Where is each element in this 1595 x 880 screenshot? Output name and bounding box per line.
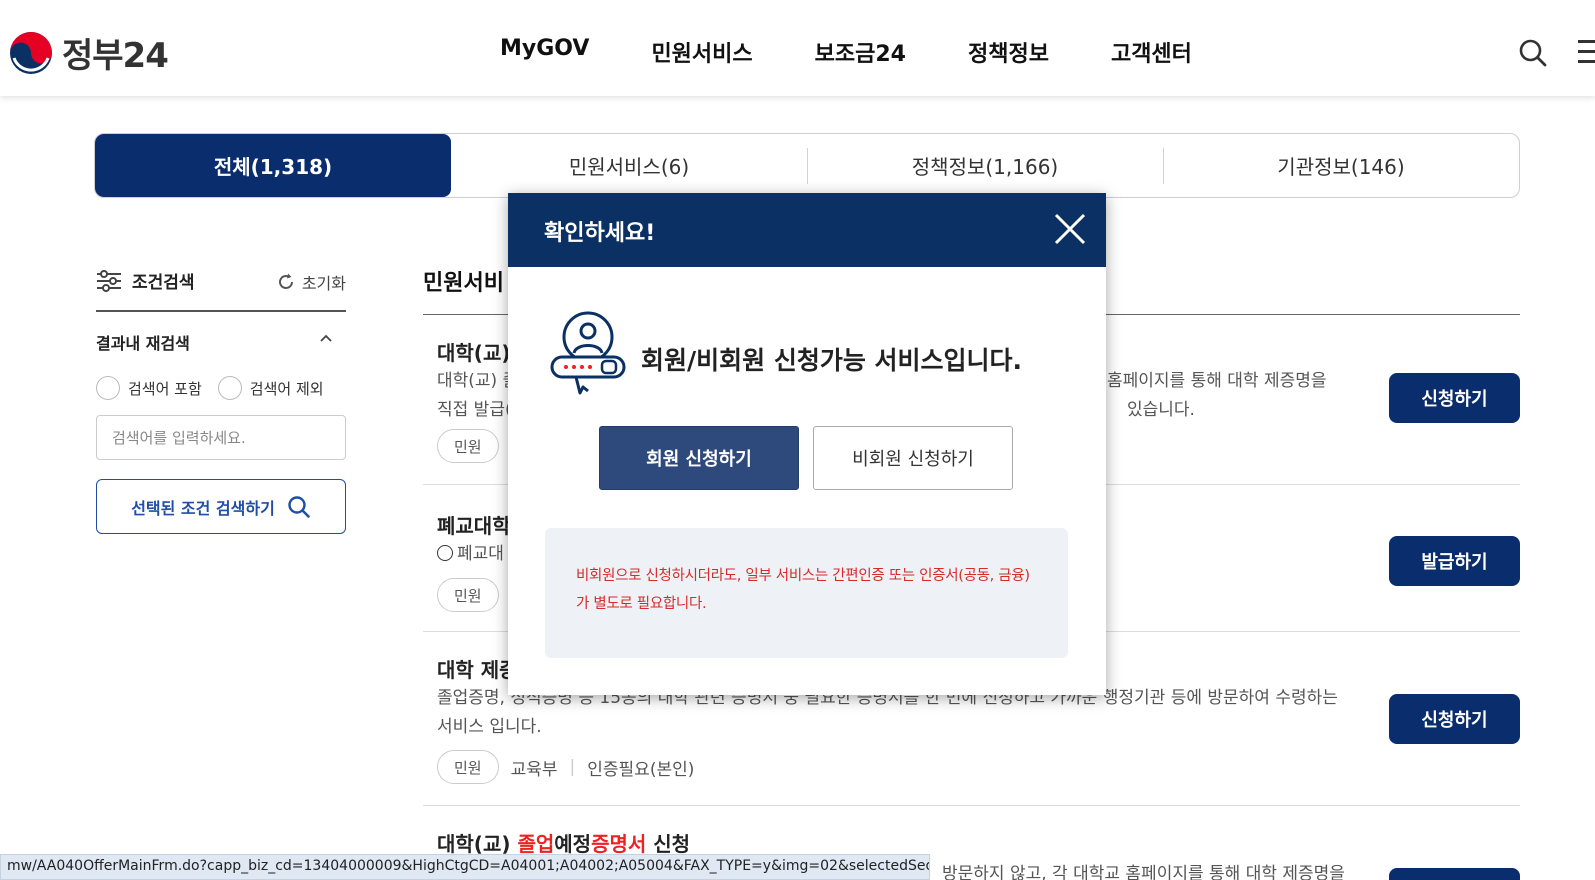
tab-civil-service[interactable]: 민원서비스(6) [451, 134, 807, 197]
apply-filter-button[interactable]: 선택된 조건 검색하기 [96, 479, 346, 534]
sliders-icon [97, 269, 121, 292]
radio-exclude-label: 검색어 제외 [249, 379, 324, 398]
tag-pill: 민원 [437, 750, 499, 784]
re-search-section[interactable]: 결과내 재검색 [96, 330, 346, 354]
tag-separator: | [569, 757, 576, 777]
browser-status-bar: mw/AA040OfferMainFrm.do?capp_biz_cd=1340… [0, 854, 930, 880]
reset-button[interactable]: 초기화 [276, 270, 346, 294]
re-search-placeholder: 검색어를 입력하세요. [112, 429, 246, 447]
apply-filter-label: 선택된 조건 검색하기 [131, 498, 275, 518]
item-title-suffix: 신청 [646, 832, 691, 856]
item-title-highlight: 증명서 [591, 832, 647, 856]
tag-pill: 민원 [437, 429, 499, 463]
notice-box: 비회원으로 신청하시더라도, 일부 서비스는 간편인증 또는 인증서(공동, 금… [545, 528, 1068, 658]
issue-button[interactable]: 발급하기 [1389, 536, 1520, 586]
re-search-title: 결과내 재검색 [96, 334, 190, 353]
nonmember-apply-button[interactable]: 비회원 신청하기 [813, 426, 1013, 490]
radio-exclude-circle[interactable] [217, 376, 242, 400]
radio-include-circle[interactable] [96, 376, 120, 400]
search-icon [288, 495, 310, 518]
logo-text: 정부24 [62, 36, 169, 76]
tag-pill: 민원 [437, 578, 499, 612]
item-tags: 민원 교육부 | 인증필요(본인) [437, 750, 694, 784]
item-desc-right: 홈페이지를 통해 대학 제증명을 [1107, 371, 1327, 391]
close-icon[interactable] [1052, 211, 1088, 247]
taegeuk-emblem-icon [10, 31, 52, 74]
item-auth: 인증필요(본인) [587, 759, 695, 780]
search-scope-radios: 검색어 포함 검색어 제외 [96, 376, 324, 400]
main-nav: MyGOV 민원서비스 보조금24 정책정보 고객센터 [500, 36, 1192, 68]
radio-exclude[interactable]: 검색어 제외 [217, 376, 324, 400]
user-id-card-icon [550, 311, 626, 395]
apply-button[interactable]: 신청하기 [1389, 694, 1520, 744]
radio-icon [437, 545, 453, 561]
filter-title-label: 조건검색 [132, 273, 195, 293]
tab-all[interactable]: 전체(1,318) [95, 134, 451, 197]
notice-line-1: 비회원으로 신청하시더라도, 일부 서비스는 간편인증 또는 인증서(공동, 금… [576, 568, 1030, 584]
nav-mygov[interactable]: MyGOV [500, 36, 589, 68]
radio-include-label: 검색어 포함 [128, 379, 202, 398]
member-apply-button[interactable]: 회원 신청하기 [599, 426, 799, 490]
item-title[interactable]: 대학(교) 졸업예정증명서 신청 [437, 828, 690, 857]
item-title-prefix: 대학(교) [437, 832, 518, 856]
nav-civil-service[interactable]: 민원서비스 [651, 36, 752, 68]
reset-label: 초기화 [301, 274, 346, 293]
modal-header: 확인하세요! [508, 193, 1106, 267]
confirm-modal: 확인하세요! 회원/비회원 신청가능 서비스입니다. 회원 신청하기 비회원 신… [508, 193, 1106, 695]
item-title-highlight: 졸업 [517, 832, 555, 856]
nav-customer-center[interactable]: 고객센터 [1111, 36, 1192, 68]
refresh-icon [278, 273, 293, 289]
item-desc-left2: 직접 발급( [437, 400, 512, 420]
item-desc-left: 폐교대 [457, 544, 504, 564]
search-icon[interactable] [1518, 38, 1548, 68]
chevron-up-icon[interactable] [318, 330, 334, 346]
result-tabs: 전체(1,318) 민원서비스(6) 정책정보(1,166) 기관정보(146) [94, 133, 1520, 198]
hamburger-menu-icon[interactable] [1578, 40, 1595, 64]
item-desc-left: 대학(교) 졸 [437, 371, 519, 391]
filter-header: 조건검색 초기화 [96, 266, 346, 312]
notice-line-2: 가 별도로 필요합니다. [576, 596, 707, 612]
item-tags: 민원 [437, 429, 499, 463]
item-tags: 민원 [437, 578, 499, 612]
modal-title: 확인하세요! [544, 221, 656, 246]
re-search-input[interactable]: 검색어를 입력하세요. [96, 415, 346, 460]
item-title[interactable]: 대학 제증 [437, 654, 518, 683]
apply-button[interactable] [1389, 868, 1520, 880]
tab-agency-info[interactable]: 기관정보(146) [1163, 134, 1519, 197]
nav-policy-info[interactable]: 정책정보 [968, 36, 1049, 68]
item-desc-right: 방문하지 않고, 각 대학교 홈페이지를 통해 대학 제증명을 [942, 864, 1345, 880]
radio-include[interactable]: 검색어 포함 [96, 376, 202, 400]
list-section-title: 민원서비 [423, 271, 504, 296]
nav-subsidy24[interactable]: 보조금24 [815, 36, 906, 68]
site-logo[interactable]: 정부24 [8, 28, 169, 77]
item-title[interactable]: 폐교대학 [437, 510, 511, 539]
item-desc-right2: 있습니다. [1127, 400, 1195, 420]
apply-button[interactable]: 신청하기 [1389, 373, 1520, 423]
filter-title: 조건검색 [96, 268, 195, 293]
tab-policy-info[interactable]: 정책정보(1,166) [807, 134, 1163, 197]
item-ministry: 교육부 [510, 759, 558, 780]
item-title[interactable]: 대학(교) [437, 337, 510, 366]
site-header: 정부24 MyGOV 민원서비스 보조금24 정책정보 고객센터 [0, 0, 1595, 96]
item-title-mid: 예정 [554, 832, 592, 856]
modal-message: 회원/비회원 신청가능 서비스입니다. [641, 346, 1023, 375]
